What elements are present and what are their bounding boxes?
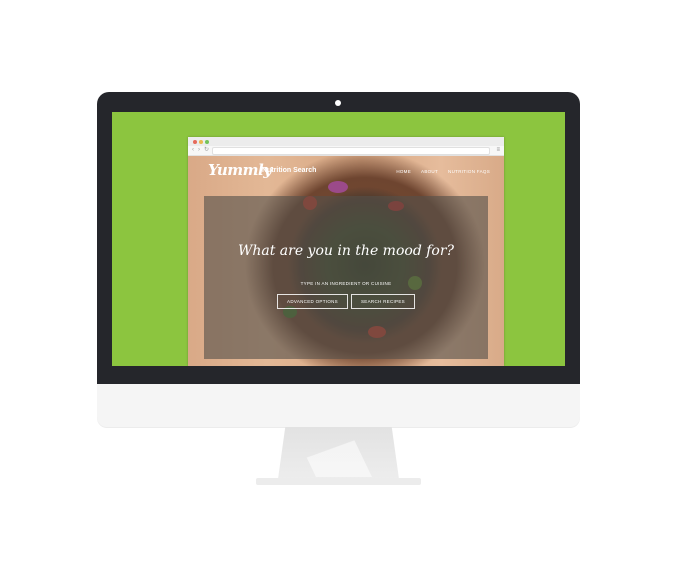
hero-search-panel: What are you in the mood for? TYPE IN AN… xyxy=(204,196,488,359)
hero-heading: What are you in the mood for? xyxy=(237,243,455,259)
minimize-window-dot[interactable] xyxy=(199,140,203,144)
reload-icon[interactable]: ↻ xyxy=(204,147,209,154)
monitor-base xyxy=(256,478,421,485)
site-title: Nutrition Search xyxy=(262,167,317,174)
address-bar[interactable] xyxy=(212,147,490,155)
browser-menu-icon[interactable]: ≡ xyxy=(496,146,500,154)
monitor-screen: ‹ › ↻ ≡ Yummly Nutrition Search HOME ABO… xyxy=(112,112,565,366)
back-arrow-icon[interactable]: ‹ xyxy=(192,147,194,154)
browser-toolbar: ‹ › ↻ ≡ xyxy=(188,146,504,156)
advanced-options-button[interactable]: ADVANCED OPTIONS xyxy=(277,294,348,309)
site-nav: HOME ABOUT NUTRITION FAQS xyxy=(396,169,490,174)
nav-link-about[interactable]: ABOUT xyxy=(421,169,438,174)
site-header: Yummly Nutrition Search HOME ABOUT NUTRI… xyxy=(188,156,504,186)
monitor-bezel: ‹ › ↻ ≡ Yummly Nutrition Search HOME ABO… xyxy=(97,92,580,384)
maximize-window-dot[interactable] xyxy=(205,140,209,144)
ingredient-search-input[interactable]: TYPE IN AN INGREDIENT OR CUISINE xyxy=(204,281,488,286)
close-window-dot[interactable] xyxy=(193,140,197,144)
camera-icon xyxy=(335,100,341,106)
forward-arrow-icon[interactable]: › xyxy=(198,147,200,154)
search-recipes-button[interactable]: SEARCH RECIPES xyxy=(351,294,415,309)
nav-link-nutrition-faqs[interactable]: NUTRITION FAQS xyxy=(448,169,490,174)
monitor-chin xyxy=(97,384,580,427)
browser-titlebar xyxy=(188,137,504,146)
website-viewport: Yummly Nutrition Search HOME ABOUT NUTRI… xyxy=(188,156,504,366)
nav-link-home[interactable]: HOME xyxy=(396,169,411,174)
browser-window: ‹ › ↻ ≡ Yummly Nutrition Search HOME ABO… xyxy=(188,137,504,366)
hero-button-row: ADVANCED OPTIONS SEARCH RECIPES xyxy=(204,294,488,309)
